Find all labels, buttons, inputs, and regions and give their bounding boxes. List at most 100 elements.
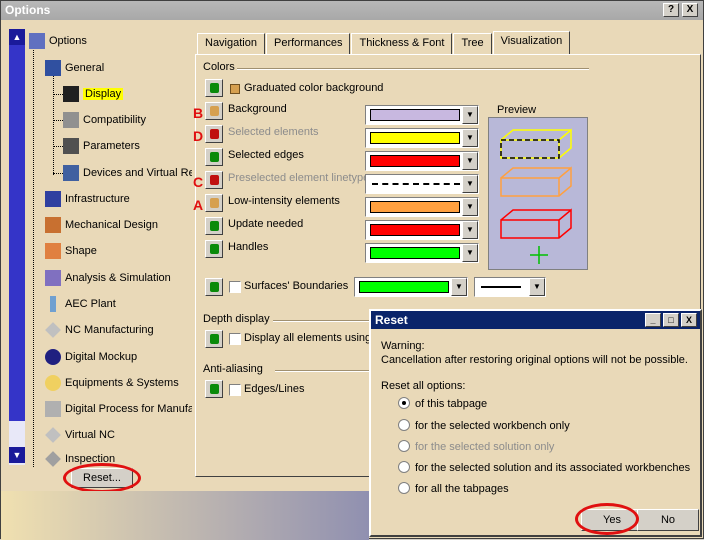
scroll-up-arrow-icon[interactable]: ▲ xyxy=(9,29,25,45)
tree-connector xyxy=(53,173,63,174)
aec-plant-icon xyxy=(50,296,56,312)
tree-item-infrastructure[interactable]: Infrastructure xyxy=(45,189,130,209)
annotation-letter: A xyxy=(193,197,204,213)
lock-icon[interactable] xyxy=(205,102,223,120)
close-button[interactable]: X xyxy=(682,3,698,17)
depth-group-label: Depth display xyxy=(203,313,270,325)
chevron-down-icon[interactable]: ▼ xyxy=(462,221,478,239)
radio-label: for the selected solution and its associ… xyxy=(415,462,691,474)
antialias-group-label: Anti-aliasing xyxy=(203,363,263,375)
tab-navigation[interactable]: Navigation xyxy=(197,33,265,55)
lock-icon[interactable] xyxy=(205,330,223,348)
preselected-linetype-combo[interactable]: ▼ xyxy=(365,174,479,194)
tree-item-shape[interactable]: Shape xyxy=(45,241,97,261)
tree-item-analysis[interactable]: Analysis & Simulation xyxy=(45,268,171,288)
group-divider xyxy=(275,370,369,372)
preview-graphic xyxy=(500,128,572,264)
lock-icon[interactable] xyxy=(205,194,223,212)
tab-performances[interactable]: Performances xyxy=(265,33,351,55)
surfaces-linetype-combo[interactable]: ▼ xyxy=(474,277,546,297)
lock-icon[interactable] xyxy=(205,240,223,258)
tree-item-digital-process[interactable]: Digital Process for Manufa xyxy=(45,399,192,419)
chevron-down-icon[interactable]: ▼ xyxy=(462,244,478,262)
surfaces-color-combo[interactable]: ▼ xyxy=(354,277,468,297)
tree-item-display[interactable]: Display xyxy=(63,84,124,104)
group-divider xyxy=(273,320,369,322)
radio-selected-solution[interactable] xyxy=(398,440,410,452)
scroll-down-arrow-icon[interactable]: ▼ xyxy=(9,447,25,463)
general-icon xyxy=(45,60,61,76)
selected-edges-color-combo[interactable]: ▼ xyxy=(365,151,479,171)
low-intensity-label: Low-intensity elements xyxy=(228,195,340,207)
preselected-linetype-label: Preselected element linetype xyxy=(228,172,370,184)
surfaces-boundaries-checkbox[interactable] xyxy=(229,281,241,293)
chevron-down-icon[interactable]: ▼ xyxy=(462,175,478,193)
group-divider xyxy=(237,68,589,70)
chevron-down-icon[interactable]: ▼ xyxy=(462,129,478,147)
chevron-down-icon[interactable]: ▼ xyxy=(462,152,478,170)
annotation-letter: D xyxy=(193,128,204,144)
virtual-nc-icon xyxy=(45,427,61,443)
chevron-down-icon[interactable]: ▼ xyxy=(462,106,478,124)
tree-connector xyxy=(53,94,63,95)
lock-icon[interactable] xyxy=(205,171,223,189)
lock-icon[interactable] xyxy=(205,380,223,398)
radio-selected-workbench[interactable] xyxy=(398,419,410,431)
radio-all-tabpages[interactable] xyxy=(398,482,410,494)
tree-item-virtual-nc[interactable]: Virtual NC xyxy=(45,425,115,445)
close-button[interactable]: X xyxy=(681,313,697,327)
display-icon xyxy=(63,86,79,102)
tree-item-digital-mockup[interactable]: Digital Mockup xyxy=(45,347,137,367)
tab-thickness-font[interactable]: Thickness & Font xyxy=(351,33,453,55)
background-label: Background xyxy=(228,103,287,115)
chevron-down-icon[interactable]: ▼ xyxy=(529,278,545,296)
depth-display-checkbox[interactable] xyxy=(229,333,241,345)
lock-icon[interactable] xyxy=(205,148,223,166)
tree-connector xyxy=(53,146,63,147)
annotation-letter: C xyxy=(193,174,204,190)
tree-item-nc-manufacturing[interactable]: NC Manufacturing xyxy=(45,320,154,340)
maximize-button[interactable]: □ xyxy=(663,313,679,327)
radio-label: of this tabpage xyxy=(415,398,488,410)
chevron-down-icon[interactable]: ▼ xyxy=(462,198,478,216)
tab-tree[interactable]: Tree xyxy=(453,33,492,55)
chevron-down-icon[interactable]: ▼ xyxy=(451,278,467,296)
background-color-combo[interactable]: ▼ xyxy=(365,105,479,125)
lock-icon[interactable] xyxy=(205,79,223,97)
compatibility-icon xyxy=(63,112,79,128)
selected-elements-label: Selected elements xyxy=(228,126,319,138)
tree-item-general[interactable]: General xyxy=(45,58,104,78)
update-needed-color-combo[interactable]: ▼ xyxy=(365,220,479,240)
window-titlebar: Options ? X xyxy=(1,1,703,20)
warning-title: Warning: xyxy=(381,340,425,352)
low-intensity-color-combo[interactable]: ▼ xyxy=(365,197,479,217)
tree-root[interactable]: Options xyxy=(29,31,87,51)
tree-item-parameters[interactable]: Parameters xyxy=(63,136,140,156)
scroll-thumb[interactable] xyxy=(9,45,25,421)
depth-display-label: Display all elements using Z xyxy=(244,332,381,344)
minimize-button[interactable]: _ xyxy=(645,313,661,327)
tab-visualization[interactable]: Visualization xyxy=(492,31,571,55)
lock-icon[interactable] xyxy=(205,278,223,296)
tree-item-devices[interactable]: Devices and Virtual Re xyxy=(63,163,192,183)
preview-label: Preview xyxy=(497,104,537,116)
tree-item-aec-plant[interactable]: AEC Plant xyxy=(45,294,116,314)
tree-item-mechanical-design[interactable]: Mechanical Design xyxy=(45,215,158,235)
radio-solution-and-workbenches[interactable] xyxy=(398,461,410,473)
tree-scrollbar[interactable]: ▲ ▼ xyxy=(9,29,25,465)
edges-lines-checkbox[interactable] xyxy=(229,384,241,396)
tree-item-equipments[interactable]: Equipments & Systems xyxy=(45,373,179,393)
selected-elements-color-combo[interactable]: ▼ xyxy=(365,128,479,148)
handles-color-combo[interactable]: ▼ xyxy=(365,243,479,263)
window-title: Options xyxy=(5,3,51,17)
tree-item-compatibility[interactable]: Compatibility xyxy=(63,110,146,130)
background-decoration xyxy=(1,491,369,540)
digital-process-icon xyxy=(45,401,61,417)
radio-this-tabpage[interactable] xyxy=(398,397,410,409)
warning-text: Cancellation after restoring original op… xyxy=(381,354,688,366)
no-button[interactable]: No xyxy=(637,509,699,531)
colors-group-label: Colors xyxy=(203,61,235,73)
lock-icon[interactable] xyxy=(205,217,223,235)
lock-icon[interactable] xyxy=(205,125,223,143)
help-button[interactable]: ? xyxy=(663,3,679,17)
